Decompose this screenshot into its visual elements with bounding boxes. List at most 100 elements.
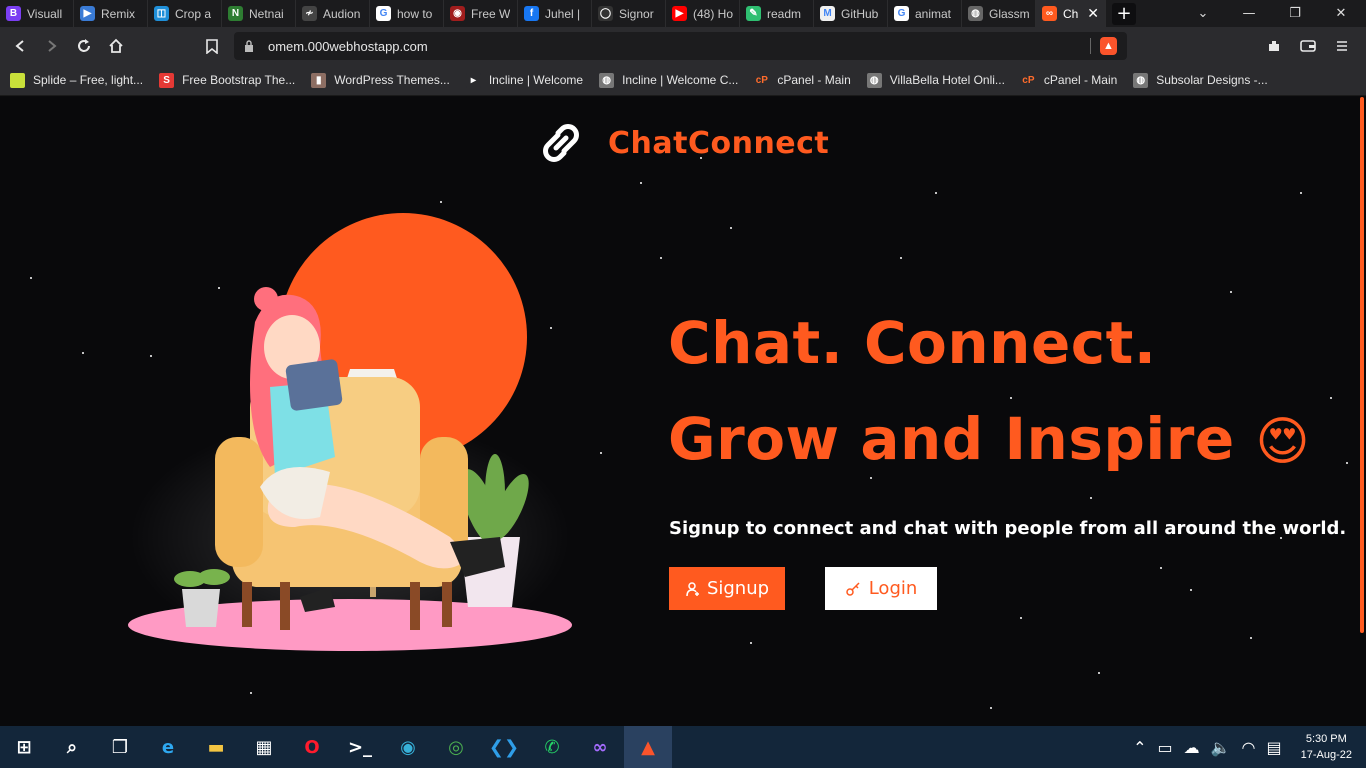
new-tab-button[interactable]: + — [1112, 2, 1136, 25]
signup-button[interactable]: Signup — [669, 567, 785, 610]
browser-tab[interactable]: ◫ Crop a — [148, 0, 222, 27]
browser-tab[interactable]: ≁ Audion — [296, 0, 370, 27]
browser-tab[interactable]: Ganimat — [888, 0, 962, 27]
visual-studio-icon[interactable]: ∞ — [576, 726, 624, 768]
browser-tab[interactable]: ◍ Glassm — [962, 0, 1036, 27]
maximize-button[interactable]: ❐ — [1272, 0, 1318, 27]
tab-active[interactable]: ∞ Ch ✕ — [1036, 0, 1106, 27]
star — [600, 452, 602, 454]
tab-title: how to — [397, 6, 433, 21]
tab-title: readm — [767, 6, 802, 21]
home-button[interactable] — [100, 30, 132, 62]
volume-icon[interactable]: 🔈 — [1211, 738, 1231, 757]
browser-tab[interactable]: f Juhel | — [518, 0, 592, 27]
bookmark-item[interactable]: Splide – Free, light... — [10, 72, 143, 88]
chrome-icon[interactable]: ◎ — [432, 726, 480, 768]
google-icon: G — [376, 6, 391, 21]
browser-tab[interactable]: M GitHub — [814, 0, 888, 27]
bookmark-item[interactable]: ◍ Incline | Welcome C... — [599, 72, 739, 88]
bookmark-item[interactable]: S Free Bootstrap The... — [159, 72, 295, 88]
reload-button[interactable] — [68, 30, 100, 62]
system-clock[interactable]: 5:30 PM 17-Aug-22 — [1301, 731, 1352, 763]
brave-shields-icon[interactable]: ▲ — [1100, 37, 1117, 55]
letter-b-icon: B — [6, 6, 21, 21]
bookmark-item[interactable]: cP cPanel - Main — [754, 72, 851, 88]
wallet-icon[interactable] — [1292, 30, 1324, 62]
star — [1230, 291, 1232, 293]
brave-icon[interactable]: ▲ — [624, 726, 672, 768]
star — [660, 257, 662, 259]
clock-time: 5:30 PM — [1305, 733, 1347, 745]
bookmark-item[interactable]: cP cPanel - Main — [1020, 72, 1118, 88]
back-arrow-icon — [15, 40, 24, 52]
bookmark-label: Incline | Welcome C... — [622, 73, 739, 87]
browser-tab[interactable]: ◯ Signor — [592, 0, 666, 27]
search-icon[interactable]: ⌕ — [48, 726, 96, 768]
browser-tab[interactable]: Ghow to — [370, 0, 444, 27]
store-icon[interactable]: ▦ — [240, 726, 288, 768]
browser-tab[interactable]: N Netnai — [222, 0, 296, 27]
tab-search-icon[interactable]: ⌄ — [1180, 0, 1226, 27]
browser-tab[interactable]: ◉ Free W — [444, 0, 518, 27]
star — [1346, 462, 1348, 464]
bookmark-label: VillaBella Hotel Onli... — [889, 73, 1005, 87]
star — [1160, 567, 1162, 569]
close-window-button[interactable]: ✕ — [1318, 0, 1364, 27]
home-icon — [109, 38, 123, 53]
clock-date: 17-Aug-22 — [1300, 749, 1352, 761]
browser-tab[interactable]: ▶ Remix — [74, 0, 148, 27]
battery-icon[interactable]: ▭ — [1157, 738, 1172, 757]
bookmark-button[interactable] — [196, 30, 228, 62]
github-icon: ◯ — [598, 6, 613, 21]
minimize-button[interactable]: — — [1226, 0, 1272, 27]
bookmark-label: WordPress Themes... — [334, 73, 450, 87]
bookmark-label: cPanel - Main — [1043, 73, 1118, 87]
address-bar[interactable]: omem.000webhostapp.com ▲ — [234, 32, 1127, 60]
whatsapp-icon[interactable]: ✆ — [528, 726, 576, 768]
signup-label: Signup — [706, 578, 770, 599]
tab-title: Juhel | — [545, 6, 581, 21]
back-button[interactable] — [4, 30, 36, 62]
tab-title: Visuall — [27, 6, 63, 21]
vscode-icon[interactable]: ❮❯ — [480, 726, 528, 768]
menu-icon[interactable] — [1326, 30, 1358, 62]
github-page-icon: M — [820, 6, 835, 21]
file-explorer-icon[interactable]: ▬ — [192, 726, 240, 768]
bookmark-icon — [206, 38, 218, 54]
cloud-offline-icon[interactable]: ☁ — [1184, 738, 1200, 757]
bookmark-item[interactable]: ▮ WordPress Themes... — [311, 72, 450, 88]
bookmark-item[interactable]: ▸ Incline | Welcome — [465, 72, 583, 88]
bookmark-item[interactable]: ◍ VillaBella Hotel Onli... — [866, 72, 1005, 88]
wifi-icon[interactable]: ◠ — [1242, 738, 1256, 757]
browser-tab[interactable]: ✎ readm — [740, 0, 814, 27]
brand-name[interactable]: ChatConnect — [608, 126, 829, 161]
browser-toolbar: omem.000webhostapp.com ▲ — [0, 27, 1366, 65]
windows-taskbar: ⊞ ⌕ ❐ e ▬ ▦ O >_ ◉ ◎ ❮❯ ✆ ∞ ▲ ⌃ ▭ ☁ 🔈 ◠ ▤ 5:30 PM 17-… — [0, 726, 1366, 768]
close-tab-icon[interactable]: ✕ — [1087, 5, 1099, 22]
browser-tab[interactable]: B Visuall — [0, 0, 74, 27]
key-icon — [845, 581, 860, 596]
chevron-up-icon[interactable]: ⌃ — [1133, 738, 1146, 757]
app-icon[interactable]: ◉ — [384, 726, 432, 768]
page-scrollbar[interactable] — [1360, 97, 1364, 633]
forward-button[interactable] — [36, 30, 68, 62]
bookmark-item[interactable]: ◍ Subsolar Designs -... — [1133, 72, 1268, 88]
heart-eyes-emoji-icon: 😍 — [1255, 412, 1311, 472]
terminal-icon[interactable]: >_ — [336, 726, 384, 768]
windows-start-icon[interactable]: ⊞ — [0, 726, 48, 768]
readme-icon: ✎ — [746, 6, 761, 21]
notifications-icon[interactable]: ▤ — [1267, 738, 1282, 757]
extensions-icon[interactable] — [1258, 30, 1290, 62]
tab-strip: B Visuall ▶ Remix ◫ Crop a N Netnai ≁ Audion Ghow … — [0, 0, 1366, 27]
crop-icon: ◫ — [154, 6, 169, 21]
opera-icon[interactable]: O — [288, 726, 336, 768]
browser-tab[interactable]: ▶ (48) Ho — [666, 0, 740, 27]
star — [750, 642, 752, 644]
hero-illustration — [128, 213, 572, 657]
login-label: Login — [868, 578, 918, 599]
login-button[interactable]: Login — [825, 567, 937, 610]
task-view-icon[interactable]: ❐ — [96, 726, 144, 768]
wordpress-icon: ▮ — [311, 72, 327, 88]
star — [1190, 589, 1192, 591]
edge-icon[interactable]: e — [144, 726, 192, 768]
